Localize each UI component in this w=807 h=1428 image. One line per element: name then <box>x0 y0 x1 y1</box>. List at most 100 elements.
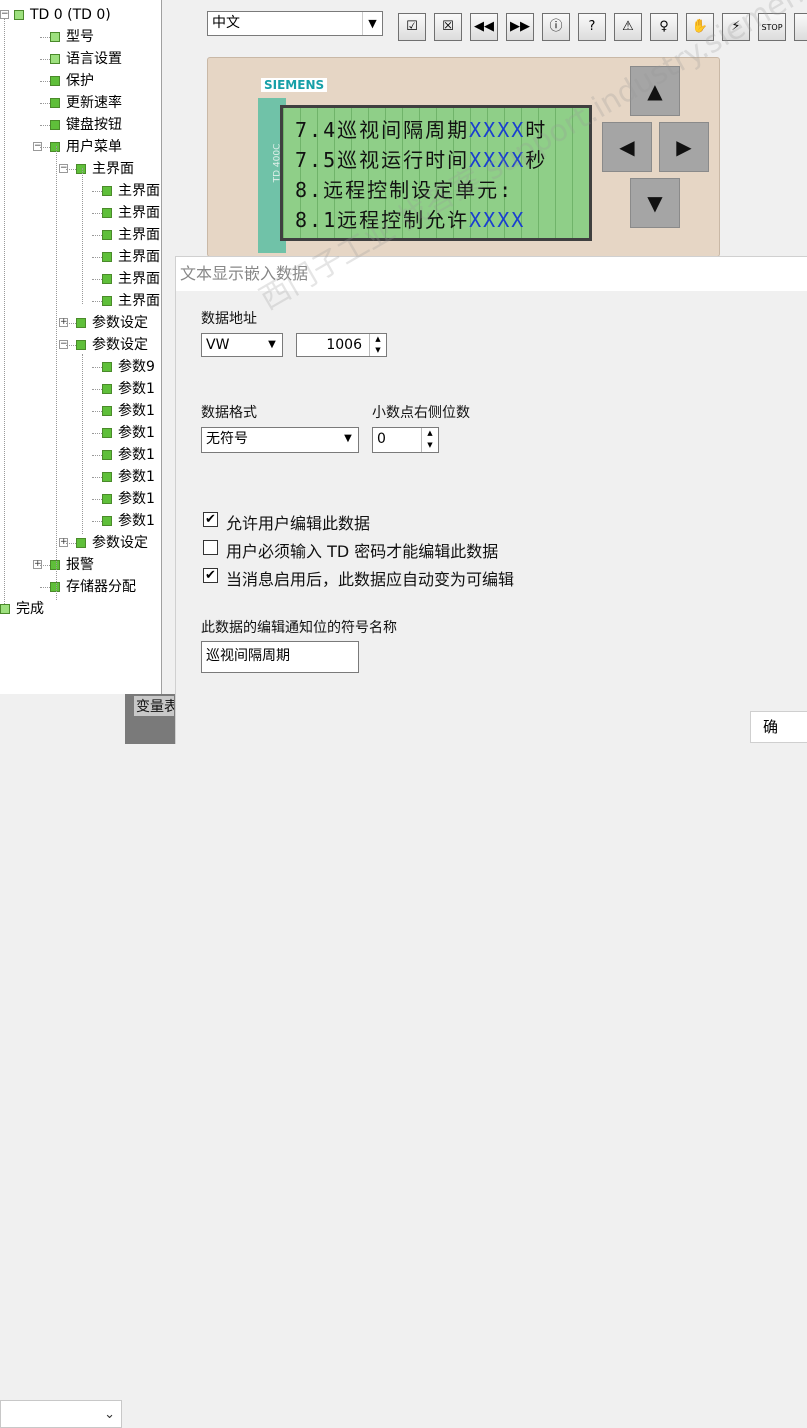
tree-item[interactable]: 键盘按钮 <box>50 114 122 136</box>
hand-icon: ✋ <box>691 19 709 34</box>
fast-forward-icon-button[interactable]: ▶▶ <box>506 13 534 41</box>
bottom-panel: ⌄ <box>0 694 125 1428</box>
tree-item-label: 保护 <box>66 73 94 89</box>
lcd-var: XXXX <box>469 118 526 142</box>
tree-item[interactable]: 参数1 <box>102 400 155 422</box>
option-label: 当消息启用后，此数据应自动变为可编辑 <box>226 570 515 589</box>
tree-item[interactable]: 完成 <box>0 598 44 620</box>
tree-item[interactable]: 参数1 <box>102 510 155 532</box>
tree-item[interactable]: 参数设定 <box>76 532 148 554</box>
tree-item[interactable]: 主界面 <box>102 202 160 224</box>
tree-item-label: 存储器分配 <box>66 579 136 595</box>
language-value: 中文 <box>212 15 240 31</box>
chevron-down-icon: ⌄ <box>104 1407 115 1422</box>
address-value: 1006 <box>326 337 362 353</box>
tree-item-label: 主界面 <box>118 227 160 243</box>
symbol-value: 巡视间隔周期 <box>206 648 290 664</box>
checkbox-icon <box>102 494 112 504</box>
bulb-icon: ♀ <box>659 19 669 34</box>
chevron-down-icon: ▼ <box>362 12 382 35</box>
tree-item[interactable]: 保护 <box>50 70 94 92</box>
tree-line <box>66 345 76 346</box>
tab-label: 变量表 <box>134 696 174 716</box>
tree-item[interactable]: 主界面 <box>76 158 134 180</box>
hand-icon-button[interactable]: ✋ <box>686 13 714 41</box>
info-icon-button[interactable]: ⓘ <box>542 13 570 41</box>
checkbox-icon <box>76 164 86 174</box>
up-arrow-key[interactable]: ▲ <box>630 66 680 116</box>
decimals-input[interactable]: 0 ▲ ▼ <box>372 427 439 453</box>
tree-item[interactable]: 用户菜单 <box>50 136 122 158</box>
tree-item[interactable]: 参数1 <box>102 466 155 488</box>
tree-line <box>92 191 102 192</box>
tree-item[interactable]: 参数1 <box>102 444 155 466</box>
tree-item[interactable]: 参数1 <box>102 378 155 400</box>
spinner[interactable]: ▲ ▼ <box>421 428 438 452</box>
tree-line <box>82 168 83 304</box>
tree-item-label: 更新速率 <box>66 95 122 111</box>
option-checkbox[interactable] <box>203 540 218 555</box>
address-value-input[interactable]: 1006 ▲ ▼ <box>296 333 387 357</box>
tree-item[interactable]: 参数设定 <box>76 312 148 334</box>
tree-item[interactable]: 更新速率 <box>50 92 122 114</box>
tree-item-label: 参数设定 <box>92 535 148 551</box>
tree-item-label: 参数1 <box>118 381 155 397</box>
checkbox-icon <box>102 186 112 196</box>
help-icon-button[interactable]: ? <box>578 13 606 41</box>
checkbox-icon <box>102 516 112 526</box>
tree-item[interactable]: 主界面 <box>102 180 160 202</box>
collapse-icon[interactable]: − <box>0 10 9 19</box>
lcd-var: XXXX <box>469 208 526 232</box>
tree-line <box>40 125 50 126</box>
checkbox-icon <box>102 208 112 218</box>
tree-item-label: 型号 <box>66 29 94 45</box>
format-value: 无符号 <box>206 431 248 447</box>
rewind-icon-button[interactable]: ◀◀ <box>470 13 498 41</box>
lcd-line: 8.1远程控制允许XXXX <box>295 204 525 233</box>
tree-item[interactable]: 参数1 <box>102 422 155 444</box>
tree-item[interactable]: 主界面 <box>102 224 160 246</box>
checkbox-icon <box>102 296 112 306</box>
variable-table-tab[interactable]: 变量表 <box>125 694 177 744</box>
tree-line <box>92 301 102 302</box>
check-box-icon-button[interactable]: ☑ <box>398 13 426 41</box>
tree-item[interactable]: 主界面 <box>102 268 160 290</box>
tree-item[interactable]: 参数设定 <box>76 334 148 356</box>
stop-icon-button[interactable]: STOP <box>758 13 786 41</box>
help-icon: ? <box>588 19 596 34</box>
cross-box-icon-button[interactable]: ☒ <box>434 13 462 41</box>
tree-item[interactable]: 主界面 <box>102 290 160 312</box>
tree-item[interactable]: 存储器分配 <box>50 576 136 598</box>
tree-item[interactable]: 型号 <box>50 26 94 48</box>
tree-item-label: 参数1 <box>118 491 155 507</box>
panel-dropdown[interactable]: ⌄ <box>0 1400 122 1428</box>
tree-item-label: 参数1 <box>118 403 155 419</box>
tree-root[interactable]: TD 0 (TD 0) <box>14 4 111 26</box>
left-arrow-key[interactable]: ◀ <box>602 122 652 172</box>
ok-button[interactable]: 确 <box>750 711 807 743</box>
option-checkbox[interactable]: ✔ <box>203 512 218 527</box>
option-label: 允许用户编辑此数据 <box>226 514 371 533</box>
warning-icon-button[interactable]: ⚠ <box>614 13 642 41</box>
address-type-select[interactable]: VW ▼ <box>201 333 283 357</box>
language-select[interactable]: 中文 ▼ <box>207 11 383 36</box>
bulb-icon-button[interactable]: ♀ <box>650 13 678 41</box>
tree-item[interactable]: 参数1 <box>102 488 155 510</box>
lightning-icon-button[interactable]: ⚡ <box>722 13 750 41</box>
tree-line <box>4 16 5 612</box>
symbol-input[interactable]: 巡视间隔周期 <box>201 641 359 673</box>
right-arrow-key[interactable]: ▶ <box>659 122 709 172</box>
spinner[interactable]: ▲ ▼ <box>369 334 386 356</box>
tree-item[interactable]: 语言设置 <box>50 48 122 70</box>
tree-line <box>66 169 76 170</box>
option-checkbox[interactable]: ✔ <box>203 568 218 583</box>
tree-item-label: 参数1 <box>118 447 155 463</box>
toolbar-overflow[interactable] <box>794 13 807 41</box>
format-select[interactable]: 无符号 ▼ <box>201 427 359 453</box>
tree-line <box>92 257 102 258</box>
tree-item[interactable]: 主界面 <box>102 246 160 268</box>
tree-item[interactable]: 参数9 <box>102 356 155 378</box>
tree-line <box>56 146 57 600</box>
down-arrow-key[interactable]: ▼ <box>630 178 680 228</box>
tree-item-label: 键盘按钮 <box>66 117 122 133</box>
